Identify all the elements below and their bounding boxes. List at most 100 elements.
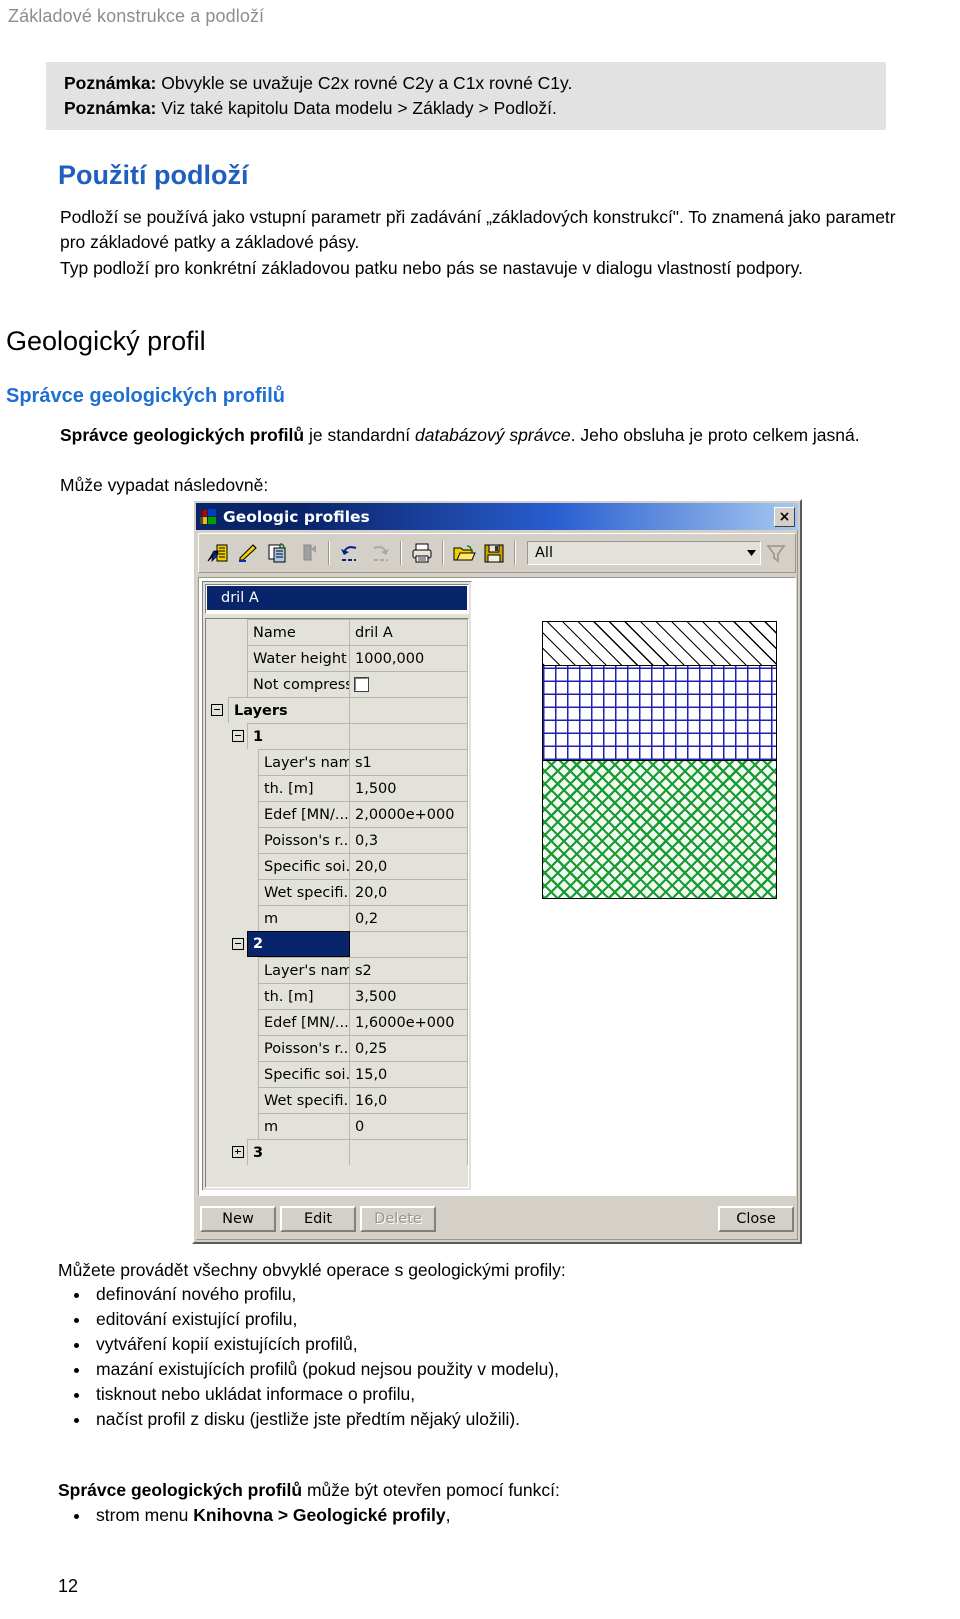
property-row[interactable]: m0 [206,1113,468,1139]
paragraph-manager-italic: databázový správce [415,425,571,445]
edit-record-icon[interactable] [233,538,263,568]
funnel-filter-icon[interactable] [761,538,791,568]
toolbar-separator-4 [514,541,516,565]
property-gutter [206,775,258,801]
property-row[interactable]: Name dril A [206,619,468,645]
property-gutter [206,645,247,671]
property-value[interactable]: 1,500 [350,775,468,801]
open-folder-icon[interactable] [449,538,479,568]
property-value[interactable] [350,723,468,749]
property-row[interactable]: Poisson's r... 0,25 [206,1035,468,1061]
property-gutter [206,1035,258,1061]
property-row[interactable]: Specific soi... 20,0 [206,853,468,879]
property-value[interactable] [350,697,468,723]
property-row[interactable]: Edef [MN/... 2,0000e+000 [206,801,468,827]
heading-geologic-profile: Geologický profil [6,326,206,356]
property-gutter [206,853,258,879]
checkbox-unchecked-icon[interactable] [354,677,369,692]
property-name: Layer's name [258,749,350,775]
soil-layer-stack [542,621,777,899]
property-row[interactable]: 3 [206,1139,468,1165]
property-value[interactable]: 1000,000 [350,645,468,671]
new-button[interactable]: New [200,1206,276,1232]
redo-icon [365,538,395,568]
paragraph-open-bold: Správce geologických profilů [58,1480,303,1500]
delete-button: Delete [360,1206,436,1232]
property-gutter [206,931,247,957]
property-row[interactable]: th. [m] 3,500 [206,983,468,1009]
property-value[interactable]: s1 [350,749,468,775]
property-grid[interactable]: Namedril AWater height [...1000,000Not c… [205,618,469,1188]
open-bullet-suffix: , [445,1505,451,1525]
property-row[interactable]: Wet specifi... 20,0 [206,879,468,905]
collapse-icon[interactable] [232,730,244,742]
edit-button[interactable]: Edit [280,1206,356,1232]
collapse-icon[interactable] [232,938,244,950]
property-gutter [206,1113,258,1139]
property-value[interactable] [350,671,468,697]
property-value[interactable]: 0,2 [350,905,468,931]
property-name: th. [m] [258,775,350,801]
property-value[interactable]: 0,3 [350,827,468,853]
property-row[interactable]: Layers [206,697,468,723]
property-value[interactable]: s2 [350,957,468,983]
property-value[interactable]: 20,0 [350,853,468,879]
property-row[interactable]: Poisson's r... 0,3 [206,827,468,853]
property-row[interactable]: Water height [...1000,000 [206,645,468,671]
property-row[interactable]: m 0,2 [206,905,468,931]
expand-icon[interactable] [232,1146,244,1158]
geologic-profiles-dialog: Geologic profiles × All dril A Name dril… [192,499,802,1244]
property-row[interactable]: 1 [206,723,468,749]
soil-profile-preview [477,581,791,1191]
property-value[interactable]: 2,0000e+000 [350,801,468,827]
profile-list[interactable]: dril A [205,584,469,614]
toolbar-separator-1 [328,541,330,565]
collapse-icon[interactable] [211,704,223,716]
property-row[interactable]: Layer's names1 [206,749,468,775]
property-value[interactable]: 0,25 [350,1035,468,1061]
note-label-2: Poznámka: [64,98,157,118]
property-value[interactable]: 0 [350,1113,468,1139]
save-icon[interactable] [479,538,509,568]
property-row[interactable]: Layer's names2 [206,957,468,983]
close-icon[interactable]: × [774,506,795,527]
paragraph-manager-rest-2: . Jeho obsluha je proto celkem jasná. [570,425,860,445]
paragraph-operations-intro: Můžete provádět všechny obvyklé operace … [58,1260,566,1280]
property-value[interactable]: 16,0 [350,1087,468,1113]
property-row[interactable]: Edef [MN/... 1,6000e+000 [206,1009,468,1035]
property-row[interactable]: th. [m] 1,500 [206,775,468,801]
new-record-icon[interactable] [203,538,233,568]
property-row[interactable]: Specific soi... 15,0 [206,1061,468,1087]
list-item: definování nového profilu, [58,1282,559,1307]
print-icon[interactable] [407,538,437,568]
property-name: Water height [... [247,645,350,671]
property-row[interactable]: Wet specifi... 16,0 [206,1087,468,1113]
toolbar-separator-3 [442,541,444,565]
layer-1-hatch [542,621,777,666]
undo-icon[interactable] [335,538,365,568]
copy-record-icon[interactable] [263,538,293,568]
heading-usage: Použití podloží [58,160,249,190]
property-value[interactable]: 1,6000e+000 [350,1009,468,1035]
dialog-title-bar[interactable]: Geologic profiles × [196,503,798,530]
property-row[interactable]: Not compressi... [206,671,468,697]
operations-bullet-list: definování nového profilu, editování exis… [58,1282,559,1432]
paragraph-open-rest: může být otevřen pomocí funkcí: [302,1480,560,1500]
property-value[interactable] [350,931,468,957]
property-gutter [206,905,258,931]
filter-dropdown[interactable]: All [527,541,761,565]
property-value[interactable]: 20,0 [350,879,468,905]
profile-list-item-selected[interactable]: dril A [207,586,467,610]
property-value[interactable]: dril A [350,619,468,645]
dialog-button-bar: New Edit Delete Close [198,1200,796,1238]
list-item: načíst profil z disku (jestliže jste pře… [58,1407,559,1432]
property-value[interactable]: 3,500 [350,983,468,1009]
property-row[interactable]: 2 [206,931,468,957]
property-value[interactable]: 15,0 [350,1061,468,1087]
chevron-down-icon[interactable] [742,542,760,564]
property-gutter [206,671,247,697]
close-button[interactable]: Close [718,1206,794,1232]
toolbar-separator-2 [400,541,402,565]
list-item: editování existující profilu, [58,1307,559,1332]
property-value[interactable] [350,1139,468,1165]
